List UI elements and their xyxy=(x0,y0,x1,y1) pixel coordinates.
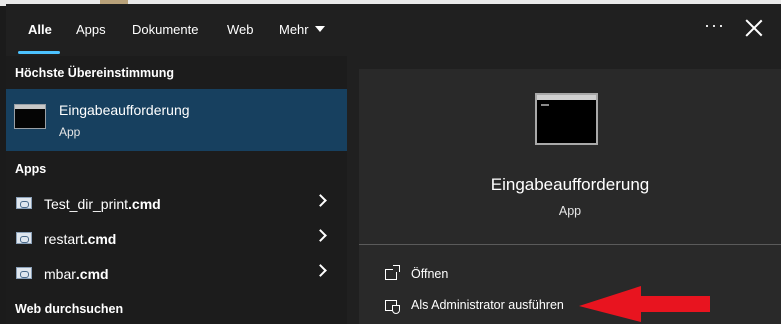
tab-mehr-label: Mehr xyxy=(279,22,309,37)
more-options-icon[interactable]: ··· xyxy=(704,15,725,36)
chevron-down-icon xyxy=(314,26,325,32)
command-prompt-icon xyxy=(535,93,598,145)
preview-pane: Eingabeaufforderung App Öffnen Als Admin… xyxy=(359,69,781,324)
app-extension: .cmd xyxy=(83,231,117,247)
app-name: restart xyxy=(44,231,84,247)
search-flyout: Alle Apps Dokumente Web Mehr ··· Höchste… xyxy=(6,4,781,324)
tab-apps[interactable]: Apps xyxy=(76,22,106,37)
web-search-heading: Web durchsuchen xyxy=(15,302,124,316)
best-match-item[interactable]: Eingabeaufforderung App xyxy=(6,89,347,151)
open-icon xyxy=(385,265,400,280)
script-file-icon xyxy=(16,267,32,279)
divider xyxy=(359,244,781,245)
open-action[interactable]: Öffnen xyxy=(359,263,781,287)
best-match-type: App xyxy=(59,125,81,139)
shield-icon xyxy=(385,300,400,314)
app-extension: .cmd xyxy=(75,266,109,282)
app-name: mbar xyxy=(44,266,76,282)
chevron-right-icon[interactable] xyxy=(314,264,327,277)
script-file-icon xyxy=(16,232,32,244)
active-tab-indicator xyxy=(18,51,60,54)
results-list: Höchste Übereinstimmung Eingabeaufforder… xyxy=(6,56,347,324)
best-match-heading: Höchste Übereinstimmung xyxy=(15,66,175,80)
run-as-admin-label: Als Administrator ausführen xyxy=(411,298,564,312)
tab-dokumente[interactable]: Dokumente xyxy=(132,22,198,37)
app-name: Test_dir_print xyxy=(44,196,129,212)
script-file-icon xyxy=(16,197,32,209)
tab-web[interactable]: Web xyxy=(227,22,254,37)
close-icon[interactable] xyxy=(745,19,763,37)
apps-heading: Apps xyxy=(15,162,47,176)
preview-type: App xyxy=(558,204,582,218)
open-action-label: Öffnen xyxy=(411,267,449,281)
app-extension: .cmd xyxy=(128,196,161,212)
preview-title: Eingabeaufforderung xyxy=(490,175,650,194)
chevron-right-icon[interactable] xyxy=(314,194,327,207)
tab-mehr[interactable]: Mehr xyxy=(279,22,325,37)
chevron-right-icon[interactable] xyxy=(314,229,327,242)
run-as-admin-action[interactable]: Als Administrator ausführen xyxy=(359,294,781,318)
tab-alle[interactable]: Alle xyxy=(28,22,52,37)
list-item[interactable]: mbar.cmd xyxy=(6,256,347,290)
list-item[interactable]: Test_dir_print.cmd xyxy=(6,186,347,220)
command-prompt-icon xyxy=(14,104,46,129)
list-item[interactable]: restart.cmd xyxy=(6,221,347,255)
best-match-name: Eingabeaufforderung xyxy=(59,102,190,118)
search-header: Alle Apps Dokumente Web Mehr ··· xyxy=(6,4,781,56)
